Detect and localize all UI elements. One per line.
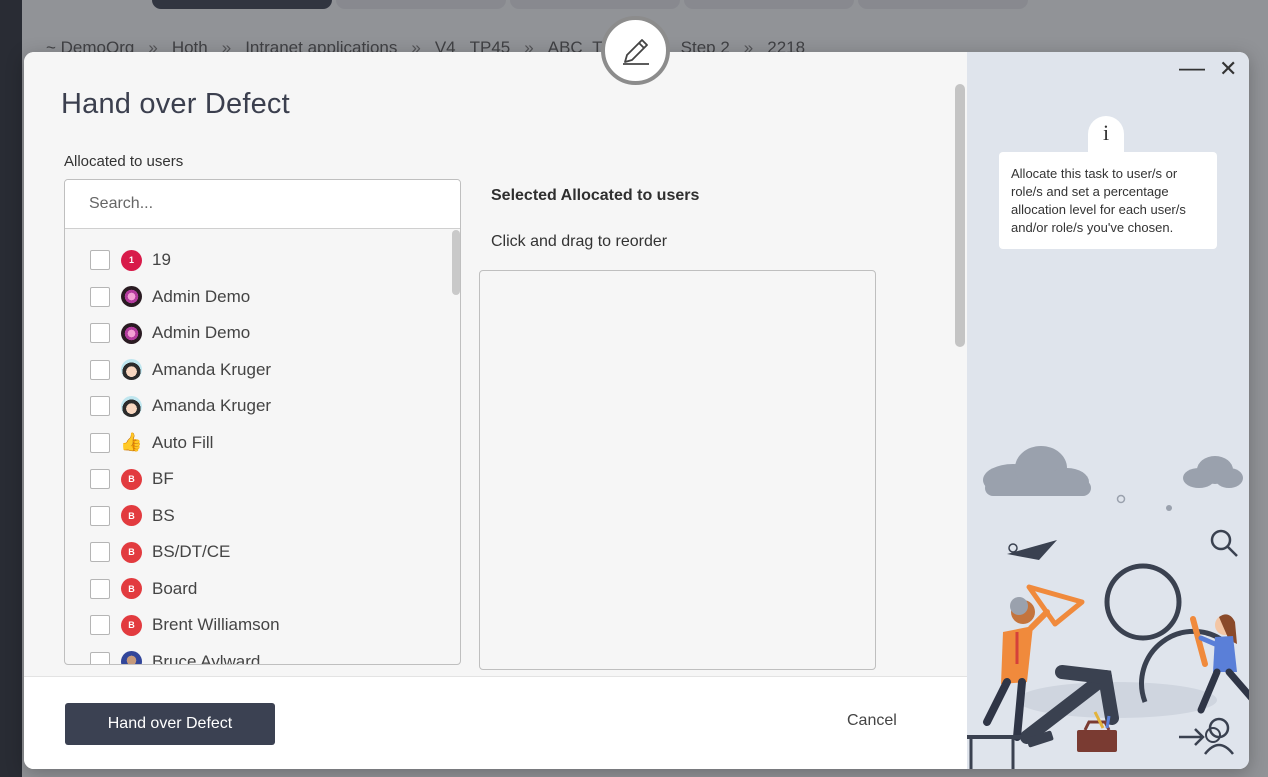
- user-name: Board: [152, 578, 198, 598]
- user-name: Admin Demo: [152, 286, 251, 306]
- paper-plane-icon: [1007, 540, 1057, 560]
- info-icon: i: [1088, 116, 1124, 152]
- user-checkbox[interactable]: [90, 432, 110, 453]
- user-list-item[interactable]: B BS/DT/CE: [65, 534, 460, 571]
- avatar: 1: [121, 249, 142, 271]
- avatar: [121, 286, 142, 308]
- info-side-panel: — ✕ i Allocate this task to user/s or ro…: [967, 52, 1249, 769]
- search-field: [65, 180, 460, 229]
- thumbs-up-icon: 👍: [120, 432, 143, 453]
- user-name: BF: [152, 469, 174, 489]
- avatar: [121, 359, 142, 381]
- avatar: [121, 322, 142, 344]
- avatar: B: [121, 541, 142, 563]
- close-icon[interactable]: ✕: [1219, 56, 1237, 82]
- avatar: [121, 651, 142, 664]
- user-name: Amanda Kruger: [152, 359, 272, 379]
- user-name: Amanda Kruger: [152, 396, 272, 416]
- magnifier-icon: [1210, 529, 1238, 557]
- cloud-icon: [983, 446, 1091, 496]
- avatar: B: [121, 505, 142, 527]
- user-name: Admin Demo: [152, 323, 251, 343]
- selected-users-title: Selected Allocated to users: [491, 187, 700, 204]
- user-checkbox[interactable]: [90, 469, 110, 490]
- user-name: Auto Fill: [152, 432, 214, 452]
- user-list-item[interactable]: Amanda Kruger: [65, 388, 460, 425]
- user-checkbox[interactable]: [90, 651, 110, 664]
- hand-over-defect-button[interactable]: Hand over Defect: [65, 703, 275, 745]
- modal-scrollbar[interactable]: [955, 84, 965, 347]
- user-checkbox[interactable]: [90, 542, 110, 563]
- edit-pencil-icon: [601, 16, 670, 85]
- modal-main-pane: Hand over Defect Allocated to users 1 19 A…: [24, 52, 967, 769]
- avatar: B: [121, 578, 142, 600]
- drag-hint: Click and drag to reorder: [491, 233, 668, 250]
- user-list-item[interactable]: B BF: [65, 461, 460, 498]
- user-list-box: 1 19 Admin Demo Admin Demo Amanda Kruger Aman…: [64, 179, 461, 665]
- user-list-item[interactable]: B BS: [65, 498, 460, 535]
- user-name: BS: [152, 505, 175, 525]
- user-name: BS/DT/CE: [152, 542, 231, 562]
- hand-over-defect-modal: Hand over Defect Allocated to users 1 19 A…: [24, 52, 1249, 769]
- selected-users-dropzone[interactable]: [479, 270, 876, 670]
- info-tooltip-card: Allocate this task to user/s or role/s a…: [999, 152, 1217, 249]
- user-checkbox[interactable]: [90, 578, 110, 599]
- user-list-item[interactable]: Bruce Aylward: [65, 644, 460, 665]
- user-list-item[interactable]: Admin Demo: [65, 279, 460, 316]
- user-list-item[interactable]: B Board: [65, 571, 460, 608]
- avatar: [121, 395, 142, 417]
- user-checkbox[interactable]: [90, 286, 110, 307]
- user-list-item[interactable]: Admin Demo: [65, 315, 460, 352]
- cancel-button[interactable]: Cancel: [847, 712, 897, 730]
- user-list-item[interactable]: 👍 Auto Fill: [65, 425, 460, 462]
- user-checkbox[interactable]: [90, 396, 110, 417]
- user-list: 1 19 Admin Demo Admin Demo Amanda Kruger Aman…: [65, 229, 460, 665]
- user-checkbox[interactable]: [90, 359, 110, 380]
- user-list-scrollbar[interactable]: [452, 230, 460, 295]
- pencil-icon: [622, 38, 649, 65]
- user-list-item[interactable]: B Brent Williamson: [65, 607, 460, 644]
- user-checkbox[interactable]: [90, 323, 110, 344]
- modal-title: Hand over Defect: [61, 88, 290, 120]
- cloud-icon: [1183, 456, 1243, 488]
- user-name: Bruce Aylward: [152, 651, 261, 665]
- avatar: B: [121, 468, 142, 490]
- user-checkbox[interactable]: [90, 250, 110, 271]
- allocated-users-label: Allocated to users: [64, 153, 184, 170]
- user-name: Brent Williamson: [152, 615, 280, 635]
- search-input[interactable]: [89, 195, 429, 213]
- minimize-icon[interactable]: —: [1179, 52, 1205, 83]
- user-list-item[interactable]: Amanda Kruger: [65, 352, 460, 389]
- user-checkbox[interactable]: [90, 615, 110, 636]
- user-name: 19: [152, 250, 171, 270]
- person-left: [983, 597, 1050, 741]
- user-list-item[interactable]: 1 19: [65, 242, 460, 279]
- user-checkbox[interactable]: [90, 505, 110, 526]
- team-collaboration-illustration: [967, 446, 1249, 769]
- avatar: B: [121, 614, 142, 636]
- modal-footer: Hand over Defect Cancel: [24, 676, 967, 769]
